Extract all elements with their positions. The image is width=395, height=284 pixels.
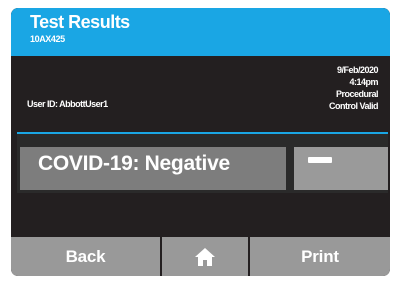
device-screen: Test Results 10AX425 User ID: AbbottUser…	[11, 8, 390, 276]
bottom-bar: Back Print	[11, 237, 390, 276]
test-info: 9/Feb/2020 4:14pm Procedural Control Val…	[328, 64, 379, 112]
print-button[interactable]: Print	[250, 237, 390, 276]
procedural-control-label: Procedural	[335, 89, 379, 99]
minus-icon	[308, 157, 332, 163]
test-time: 4:14pm	[349, 77, 378, 87]
home-button[interactable]	[162, 237, 248, 276]
result-text: COVID-19: Negative	[38, 152, 230, 175]
control-valid-label: Control Valid	[328, 101, 379, 111]
result-symbol-box	[294, 147, 388, 190]
back-button[interactable]: Back	[11, 237, 160, 276]
back-button-label: Back	[65, 246, 106, 266]
test-id: 10AX425	[30, 34, 65, 44]
title-bar: Test Results 10AX425	[11, 8, 390, 56]
print-button-label: Print	[301, 246, 339, 266]
user-id-label: User ID: AbbottUser1	[27, 99, 108, 109]
test-date: 9/Feb/2020	[336, 65, 379, 75]
home-icon	[195, 247, 215, 266]
page-title: Test Results	[30, 12, 130, 32]
result-panel: COVID-19: Negative	[17, 132, 388, 193]
